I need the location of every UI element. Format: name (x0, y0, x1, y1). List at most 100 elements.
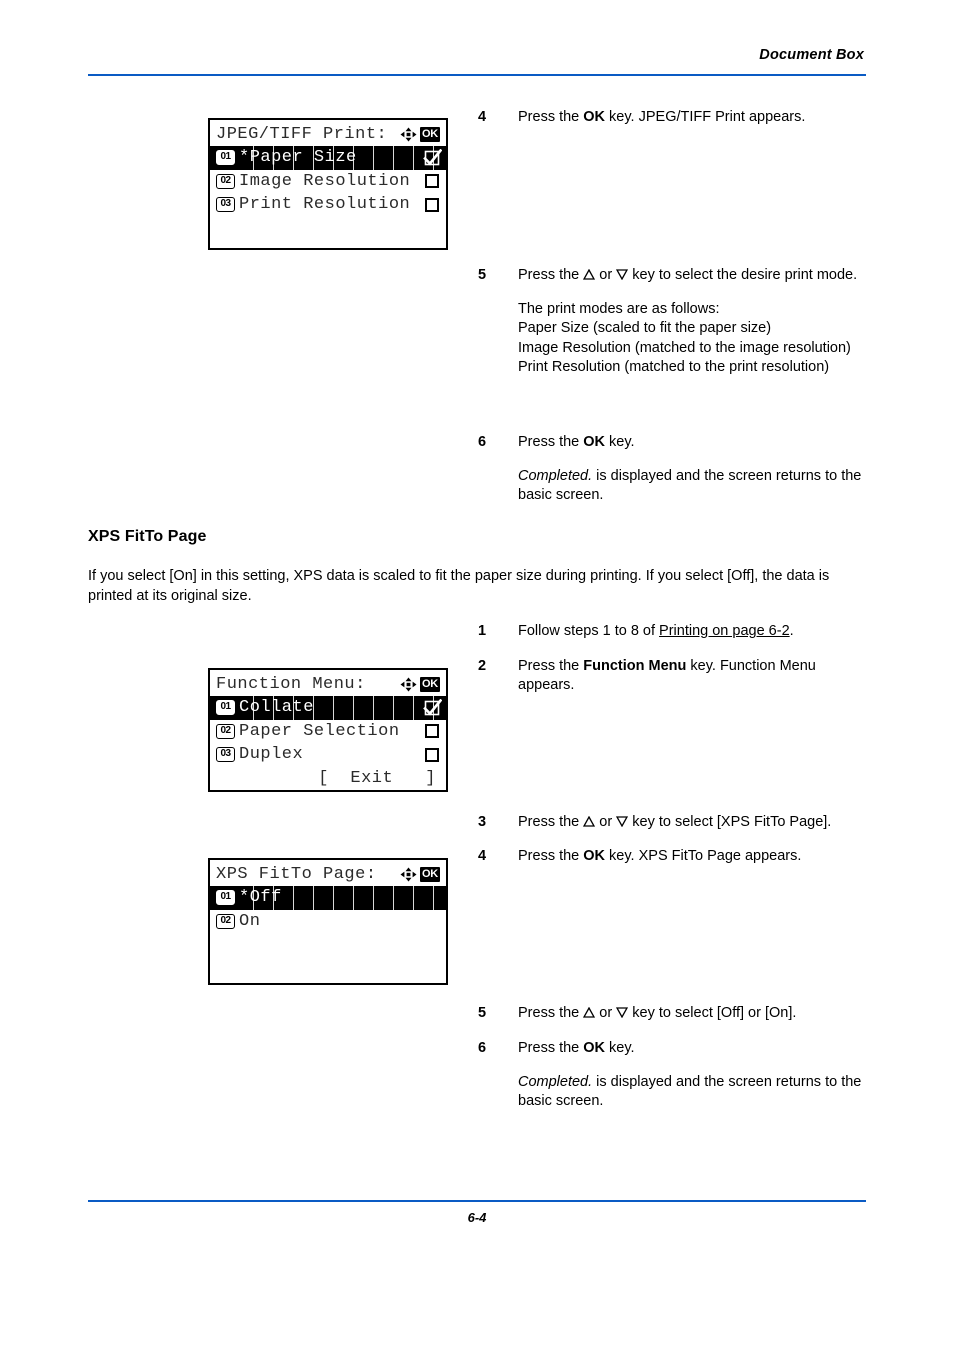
row-badge: 02 (216, 723, 235, 739)
step-body: Press the OK key. Completed. is displaye… (518, 433, 868, 506)
lcd-row[interactable]: 03 Print Resolution (210, 193, 446, 217)
step-4-xps: 4 Press the OK key. XPS FitTo Page appea… (478, 847, 868, 866)
up-arrow-icon (583, 816, 596, 827)
four-way-arrow-icon (400, 127, 417, 141)
lcd-exit-row[interactable]: [ Exit ] (210, 767, 446, 791)
completed-italic: Completed. (518, 468, 593, 485)
step-6-jpeg: 6 Press the OK key. Completed. is displa… (478, 433, 868, 506)
lcd-row[interactable]: 02 Paper Selection (210, 720, 446, 744)
step-text: key. (605, 434, 635, 450)
step-number: 6 (478, 1040, 487, 1056)
step-number: 1 (478, 623, 487, 639)
print-mode-print-resolution: Print Resolution (matched to the print r… (518, 358, 830, 375)
step-number: 4 (478, 109, 487, 125)
lcd-title-row: Function Menu: OK (210, 670, 446, 696)
lcd-title-icons: OK (400, 676, 442, 692)
header-rule (88, 74, 866, 76)
step-body: Press the OK key. Completed. is displaye… (518, 1039, 868, 1112)
step-bold-key: OK (583, 434, 606, 450)
row-label: Paper Selection (239, 721, 400, 741)
lcd-title: XPS FitTo Page: (216, 864, 377, 884)
row-label: Duplex (239, 745, 304, 765)
ok-key-icon: OK (420, 126, 440, 142)
checkbox-empty-icon (425, 724, 439, 739)
page-number: 6-4 (467, 1210, 487, 1225)
row-badge: 03 (216, 747, 235, 763)
header-title: Document Box (759, 47, 864, 63)
step-5-xps: 5 Press the or key to select [Off] or [O… (478, 1004, 868, 1023)
lcd-panel-xps-fitto-page: XPS FitTo Page: OK 01 *Off 02 On (208, 858, 448, 985)
row-badge: 01 (216, 700, 235, 716)
checkbox-empty-icon (425, 197, 439, 212)
step-text: key. JPEG/TIFF Print appears. (605, 109, 806, 125)
lcd-panel-jpeg-tiff-print: JPEG/TIFF Print: OK 01 *Paper Size 02 Im… (208, 118, 448, 250)
row-badge: 03 (216, 197, 235, 213)
lcd-panel-function-menu: Function Menu: OK 01 Collate 02 Paper Se… (208, 668, 448, 792)
checkbox-empty-icon (425, 174, 439, 189)
step-number: 5 (478, 267, 487, 283)
step-text: Follow steps 1 to 8 of (518, 623, 660, 639)
step-text: Press the (518, 109, 584, 125)
cross-reference-link[interactable]: Printing on page 6-2 (659, 623, 790, 639)
ok-key-icon: OK (420, 866, 440, 882)
checkmark-icon (423, 148, 442, 166)
lcd-row-selected[interactable]: 01 *Paper Size (210, 146, 446, 170)
row-badge: 02 (216, 913, 235, 929)
row-label: Collate (239, 698, 314, 718)
step-text: key to select the desire print mode. (628, 267, 858, 283)
lcd-title-icons: OK (400, 866, 442, 882)
step-text: or (595, 267, 617, 283)
row-label: On (239, 911, 261, 931)
down-arrow-icon (616, 816, 629, 827)
step-1-xps: 1 Follow steps 1 to 8 of Printing on pag… (478, 622, 868, 641)
step-5-jpeg: 5 Press the or key to select the desire … (478, 266, 868, 377)
step-body: Press the Function Menu key. Function Me… (518, 657, 868, 695)
section-paragraph: If you select [On] in this setting, XPS … (88, 568, 830, 604)
step-text: key to select [Off] or [On]. (628, 1005, 797, 1021)
step-text: or (595, 1005, 617, 1021)
step-3-xps: 3 Press the or key to select [XPS FitTo … (478, 813, 868, 832)
lcd-row[interactable]: 02 On (210, 910, 446, 934)
lcd-row-selected[interactable]: 01 *Off (210, 886, 446, 910)
step-6-xps: 6 Press the OK key. Completed. is displa… (478, 1039, 868, 1112)
lcd-row[interactable]: 02 Image Resolution (210, 170, 446, 194)
step-body: Press the OK key. JPEG/TIFF Print appear… (518, 108, 868, 127)
step-body: Press the or key to select the desire pr… (518, 266, 868, 377)
page-header: Document Box (88, 46, 866, 64)
lcd-title-row: JPEG/TIFF Print: OK (210, 120, 446, 146)
lcd-title-icons: OK (400, 126, 442, 142)
row-badge: 01 (216, 150, 235, 166)
step-body: Press the or key to select [XPS FitTo Pa… (518, 813, 868, 832)
step-text: Press the (518, 848, 584, 864)
down-arrow-icon (616, 1007, 629, 1018)
row-label: Print Resolution (239, 195, 411, 215)
document-page: Document Box JPEG/TIFF Print: OK 01 *Pap… (0, 0, 954, 1350)
step-text: or (595, 814, 617, 830)
checkmark-icon (423, 698, 442, 716)
step-text: key. (605, 1040, 635, 1056)
step-text: key to select [XPS FitTo Page]. (628, 814, 832, 830)
step-bold-key: OK (583, 848, 606, 864)
step-4-jpeg: 4 Press the OK key. JPEG/TIFF Print appe… (478, 108, 868, 127)
row-label: *Paper Size (239, 148, 357, 168)
step-text: . (789, 623, 794, 639)
step-number: 2 (478, 658, 487, 674)
row-label: Image Resolution (239, 171, 411, 191)
section-heading: XPS FitTo Page (88, 528, 207, 545)
up-arrow-icon (583, 269, 596, 280)
lcd-row-selected[interactable]: 01 Collate (210, 696, 446, 720)
step-text: Press the (518, 1040, 584, 1056)
row-badge: 02 (216, 173, 235, 189)
print-mode-paper-size: Paper Size (scaled to fit the paper size… (518, 320, 772, 337)
four-way-arrow-icon (400, 677, 417, 691)
lcd-title: JPEG/TIFF Print: (216, 124, 388, 144)
lcd-title-row: XPS FitTo Page: OK (210, 860, 446, 886)
step-number: 4 (478, 848, 487, 864)
down-arrow-icon (616, 269, 629, 280)
step-body: Follow steps 1 to 8 of Printing on page … (518, 622, 868, 641)
four-way-arrow-icon (400, 867, 417, 881)
row-badge: 01 (216, 890, 235, 906)
lcd-row[interactable]: 03 Duplex (210, 743, 446, 767)
step-2-xps: 2 Press the Function Menu key. Function … (478, 657, 868, 695)
step-bold-key: Function Menu (583, 658, 687, 674)
